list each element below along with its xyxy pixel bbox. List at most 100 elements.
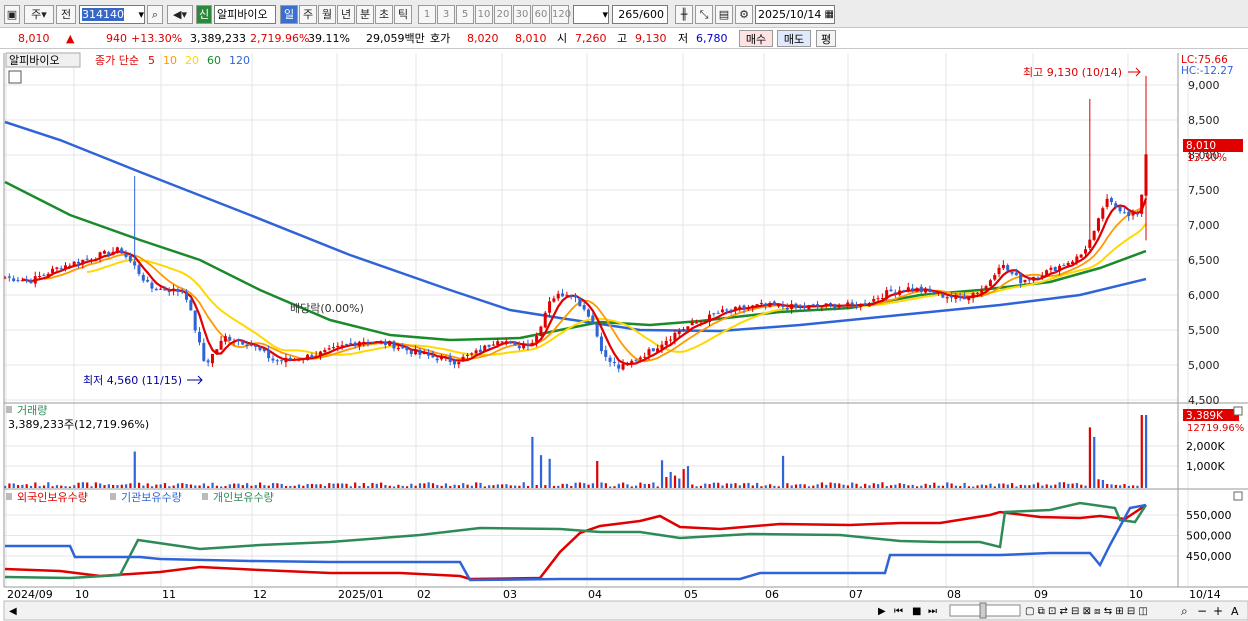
volume-bar: [297, 484, 301, 488]
candle-body: [1049, 267, 1053, 270]
volume-bar: [768, 484, 772, 488]
window-icon[interactable]: ▣: [4, 5, 20, 24]
volume-bar: [509, 485, 512, 488]
sell-button[interactable]: 매도: [777, 30, 811, 47]
period-tab[interactable]: 주: [299, 5, 317, 24]
candle-body: [1105, 198, 1109, 207]
volume-close-icon[interactable]: [1233, 406, 1243, 416]
period-tab[interactable]: 틱: [394, 5, 412, 24]
market-label: 주: [31, 8, 42, 21]
volume-bar: [1088, 427, 1092, 488]
candle-body: [375, 341, 379, 343]
candle-body: [841, 305, 845, 307]
volume-bar: [1114, 484, 1117, 488]
eval-button[interactable]: 평: [816, 30, 836, 47]
stock-name-field[interactable]: 알피바이오: [214, 5, 276, 24]
zoom-slider-handle[interactable]: [979, 602, 987, 619]
volume-bar: [773, 485, 776, 488]
candle-body: [349, 343, 353, 345]
interval-tab[interactable]: 30: [513, 5, 531, 24]
zoom-out-icon[interactable]: −: [1197, 604, 1207, 618]
candle-body: [55, 267, 59, 269]
ma-legend-item: 120: [229, 54, 250, 67]
volume-bar: [894, 484, 897, 488]
save-icon[interactable]: ▤: [715, 5, 733, 24]
interval-tab[interactable]: 120: [551, 5, 571, 24]
period-tab[interactable]: 년: [337, 5, 355, 24]
volume-bar: [55, 485, 59, 488]
volume-bar: [600, 482, 603, 488]
volume-bar: [397, 484, 400, 488]
candle-body: [124, 253, 128, 258]
zoom-icon[interactable]: ⌕: [1181, 604, 1188, 618]
candle-body: [790, 304, 794, 310]
volume-bar: [1071, 483, 1074, 488]
market-select[interactable]: 주▾: [24, 5, 54, 24]
candle-body: [772, 301, 776, 306]
candle-body: [729, 309, 733, 311]
settings-icon[interactable]: ⚙: [735, 5, 753, 24]
stock-chart[interactable]: 9,0008,5008,0007,5007,0006,5006,0005,500…: [0, 50, 1248, 621]
volume-bar: [1032, 484, 1035, 488]
candle-body: [1040, 275, 1044, 278]
candle-body: [115, 247, 119, 253]
volume-bar: [25, 484, 28, 488]
draw-tool-icon[interactable]: ⤡: [695, 5, 713, 24]
candle-body: [798, 305, 802, 307]
volume-bar: [751, 485, 754, 488]
stock-code-input[interactable]: 314140 ▾: [79, 5, 145, 24]
volume-bar: [1015, 486, 1018, 488]
interval-tab[interactable]: 20: [494, 5, 512, 24]
jump-start-icon[interactable]: ⏮: [894, 606, 903, 617]
interval-tab[interactable]: 60: [532, 5, 550, 24]
candle-tool-icon[interactable]: ╫: [675, 5, 693, 24]
candle-body: [29, 280, 33, 284]
search-icon[interactable]: ⌕: [147, 5, 163, 24]
prev-button[interactable]: 전: [56, 5, 76, 24]
candle-body: [396, 347, 400, 350]
interval-tab[interactable]: 5: [456, 5, 474, 24]
period-tab[interactable]: 분: [356, 5, 374, 24]
chart-mode-icons[interactable]: ▢ ⧉ ⊡ ⇄ ⊟ ⊠ ⧈ ⇆ ⊞ ⊟ ◫: [1025, 606, 1148, 617]
candle-body: [461, 356, 465, 362]
volume-bar: [855, 483, 858, 488]
interval-tab[interactable]: 1: [418, 5, 436, 24]
ask-price: 8,020: [467, 32, 499, 45]
volume-bar: [1049, 485, 1053, 488]
volume-bar: [29, 485, 33, 488]
candle-body: [1006, 265, 1010, 271]
volume-bar: [1119, 485, 1122, 488]
volume-percent: 2,719.96%: [250, 32, 310, 45]
volume-bar: [557, 485, 560, 488]
volume-last-value: 3,389K: [1186, 410, 1224, 422]
font-size-icon[interactable]: A: [1231, 605, 1239, 618]
volume-bar: [881, 482, 884, 488]
scroll-right-icon[interactable]: ▶: [878, 606, 886, 617]
period-tab[interactable]: 일: [280, 5, 298, 24]
jump-end-icon[interactable]: ⏭: [928, 606, 937, 617]
candle-body: [141, 275, 145, 281]
new-badge: 신: [196, 5, 212, 24]
zoom-in-icon[interactable]: +: [1213, 604, 1223, 618]
volume-bar: [937, 485, 940, 488]
candle-body: [1083, 249, 1087, 254]
interval-select[interactable]: ▾: [573, 5, 609, 24]
date-field[interactable]: 2025/10/14 ▦: [755, 5, 835, 24]
calendar-icon[interactable]: ▦: [825, 6, 834, 23]
volume-bar: [691, 484, 694, 488]
volume-bar: [665, 477, 668, 488]
candle-body: [185, 293, 189, 300]
period-tab[interactable]: 초: [375, 5, 393, 24]
speaker-icon[interactable]: ◀▾: [167, 5, 193, 24]
table-toggle-icon[interactable]: [8, 70, 22, 84]
scroll-left-icon[interactable]: ◀: [9, 606, 17, 617]
interval-tab[interactable]: 3: [437, 5, 455, 24]
interval-tab[interactable]: 10: [475, 5, 493, 24]
stop-icon[interactable]: ■: [912, 606, 921, 617]
count-field[interactable]: 265/600: [612, 5, 668, 24]
volume-bar: [414, 485, 417, 488]
candle-body: [202, 343, 206, 361]
holding-close-icon[interactable]: [1233, 491, 1243, 501]
period-tab[interactable]: 월: [318, 5, 336, 24]
buy-button[interactable]: 매수: [739, 30, 773, 47]
